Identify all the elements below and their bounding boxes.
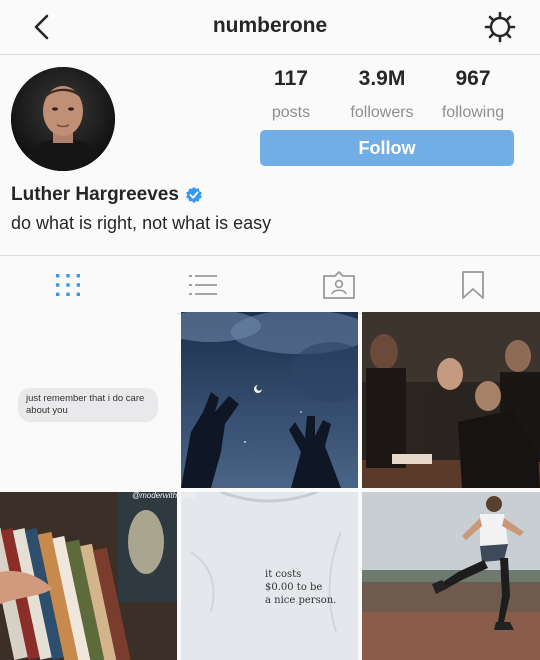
shirt-line-2: $0.00 to be [265, 582, 323, 593]
message-bubble: just remember that i do care about you [18, 388, 158, 422]
tagged-icon[interactable] [322, 270, 356, 300]
following-label: following [441, 104, 505, 121]
post-tshirt-quote[interactable]: it costs $0.00 to be a nice person. [181, 492, 358, 660]
post-night-sky[interactable] [181, 312, 358, 488]
profile-username: numberone [212, 14, 328, 37]
list-icon[interactable] [188, 270, 218, 300]
post-vinyl-records[interactable] [0, 492, 177, 660]
shirt-line-3: a nice person. [265, 595, 337, 606]
posts-grid: just remember that i do care about you i… [0, 312, 540, 660]
post-text-message[interactable]: just remember that i do care about you [0, 312, 177, 488]
post-group-photo[interactable] [362, 312, 540, 488]
profile-tabs [0, 255, 540, 314]
shirt-quote: it costs $0.00 to be a nice person. [265, 568, 336, 607]
verified-badge-icon [185, 186, 202, 204]
stat-following[interactable]: 967 following [413, 66, 533, 122]
gear-icon[interactable] [484, 11, 516, 43]
vinyl-watermark: @moderwithlights [132, 491, 196, 500]
follow-button[interactable]: Follow [260, 130, 514, 166]
shirt-line-1: it costs [265, 569, 302, 580]
display-name: Luther Hargreeves [11, 184, 179, 205]
following-count: 967 [455, 67, 491, 90]
profile-bio: do what is right, not what is easy [11, 213, 272, 233]
bookmark-icon[interactable] [460, 270, 486, 300]
profile-name-row: Luther Hargreeves [11, 184, 203, 206]
grid-icon[interactable] [53, 270, 83, 300]
post-runner[interactable] [362, 492, 540, 660]
avatar[interactable] [11, 67, 115, 171]
top-bar: numberone [0, 0, 540, 55]
